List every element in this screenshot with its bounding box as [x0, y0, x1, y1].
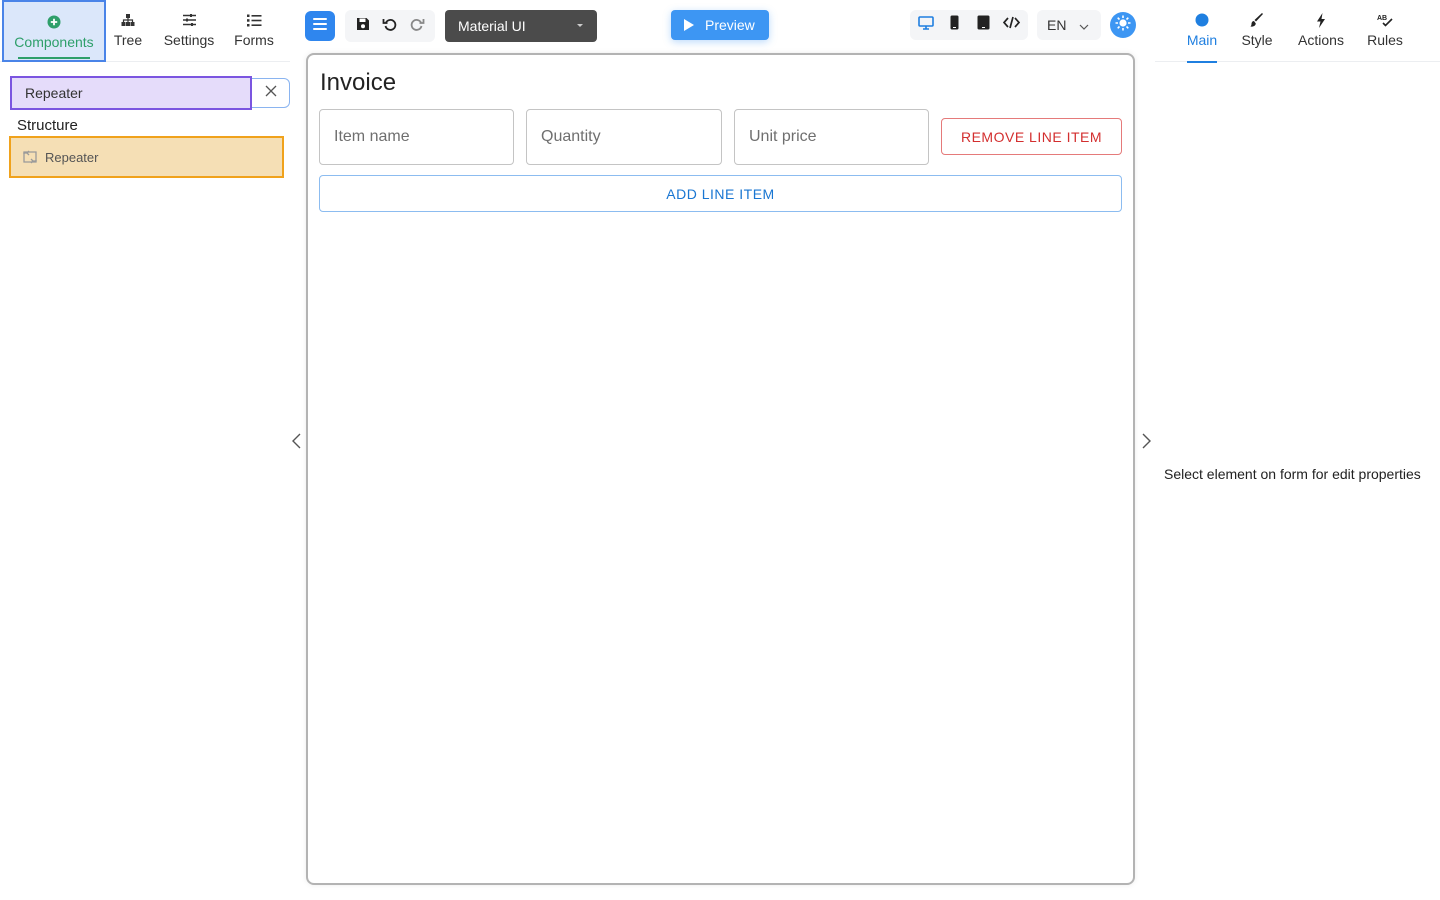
item-name-field[interactable]: [319, 109, 514, 165]
clear-search-button[interactable]: [252, 78, 290, 108]
chevron-right-icon: [1142, 433, 1151, 454]
tab-style[interactable]: Style: [1237, 0, 1277, 62]
collapse-left-panel-button[interactable]: [289, 432, 303, 454]
tab-style-label: Style: [1241, 32, 1273, 48]
code-icon: [1003, 16, 1021, 34]
sliders-icon: [182, 12, 197, 28]
toolbar: Material UI Preview EN: [300, 0, 1150, 52]
save-icon: [356, 17, 370, 36]
theme-select-value: Material UI: [458, 18, 526, 34]
tablet-icon: [977, 15, 990, 35]
tab-tree[interactable]: Tree: [108, 0, 148, 62]
left-panel: Components Tree Settings Forms Repeater …: [0, 0, 290, 900]
left-tabs: Components Tree Settings Forms: [0, 0, 290, 62]
form-title: Invoice: [320, 69, 397, 96]
component-item-repeater[interactable]: Repeater: [9, 136, 284, 178]
tab-main[interactable]: Main: [1181, 0, 1223, 63]
chevron-down-icon: [1079, 18, 1089, 34]
code-view-button[interactable]: [999, 12, 1025, 38]
tree-icon: [121, 12, 135, 28]
add-circle-icon: [47, 14, 61, 30]
form-builder-app: Components Tree Settings Forms Repeater …: [0, 0, 1440, 900]
language-select[interactable]: EN: [1037, 10, 1101, 40]
device-switcher: [910, 10, 1028, 40]
search-input[interactable]: [10, 76, 252, 110]
language-value: EN: [1047, 17, 1067, 33]
undo-icon: [382, 16, 398, 37]
desktop-view-button[interactable]: [913, 12, 939, 38]
desktop-icon: [918, 15, 935, 35]
collapse-right-panel-button[interactable]: [1139, 432, 1153, 454]
add-line-item-button[interactable]: ADD LINE ITEM: [319, 175, 1122, 212]
edit-actions-group: [345, 10, 435, 42]
svg-text:AB: AB: [1377, 15, 1387, 22]
tab-tree-label: Tree: [113, 32, 143, 48]
caret-down-icon: [577, 24, 583, 27]
tab-rules[interactable]: AB Rules: [1363, 0, 1407, 62]
theme-toggle-button[interactable]: [1110, 12, 1136, 38]
tab-actions-label: Actions: [1298, 32, 1344, 48]
undo-button[interactable]: [377, 13, 403, 39]
save-button[interactable]: [350, 13, 376, 39]
quantity-field[interactable]: [526, 109, 722, 165]
remove-line-item-button[interactable]: REMOVE LINE ITEM: [941, 118, 1122, 155]
tab-components-label: Components: [14, 34, 94, 50]
spellcheck-icon: AB: [1377, 12, 1393, 28]
properties-empty-message: Select element on form for edit properti…: [1164, 466, 1421, 482]
right-tabs: Main Style Actions AB Rules: [1155, 0, 1440, 63]
dot-icon: [1195, 12, 1209, 28]
active-tab-indicator: [18, 57, 90, 59]
tab-forms[interactable]: Forms: [228, 0, 280, 62]
redo-button[interactable]: [404, 13, 430, 39]
redo-icon: [409, 16, 425, 37]
repeater-icon: [21, 149, 39, 165]
preview-button[interactable]: Preview: [671, 10, 769, 40]
unit-price-field[interactable]: [734, 109, 929, 165]
tab-actions[interactable]: Actions: [1293, 0, 1349, 62]
form-canvas: Invoice REMOVE LINE ITEM ADD LINE ITEM: [306, 53, 1135, 885]
sun-icon: [1114, 14, 1132, 37]
chevron-left-icon: [291, 433, 301, 454]
preview-label: Preview: [705, 17, 755, 33]
mobile-icon: [950, 15, 959, 35]
list-icon: [246, 12, 262, 28]
theme-select[interactable]: Material UI: [445, 10, 597, 42]
tab-main-label: Main: [1186, 32, 1218, 48]
lightning-icon: [1316, 12, 1326, 28]
active-tab-indicator: [1187, 61, 1217, 63]
brush-icon: [1250, 12, 1264, 28]
component-item-label: Repeater: [45, 149, 99, 165]
tab-components[interactable]: Components: [2, 0, 106, 62]
tab-rules-label: Rules: [1367, 32, 1403, 48]
component-search: [10, 76, 290, 110]
tab-forms-label: Forms: [234, 32, 274, 48]
tablet-view-button[interactable]: [970, 12, 996, 38]
tab-settings[interactable]: Settings: [158, 0, 220, 62]
hamburger-icon: [313, 17, 327, 35]
menu-button[interactable]: [305, 11, 335, 41]
tab-settings-label: Settings: [163, 32, 215, 48]
right-panel: Main Style Actions AB Rules Select eleme…: [1155, 0, 1440, 900]
mobile-view-button[interactable]: [942, 12, 968, 38]
close-icon: [265, 84, 277, 102]
section-title-structure: Structure: [17, 117, 78, 134]
play-icon: [683, 18, 695, 32]
